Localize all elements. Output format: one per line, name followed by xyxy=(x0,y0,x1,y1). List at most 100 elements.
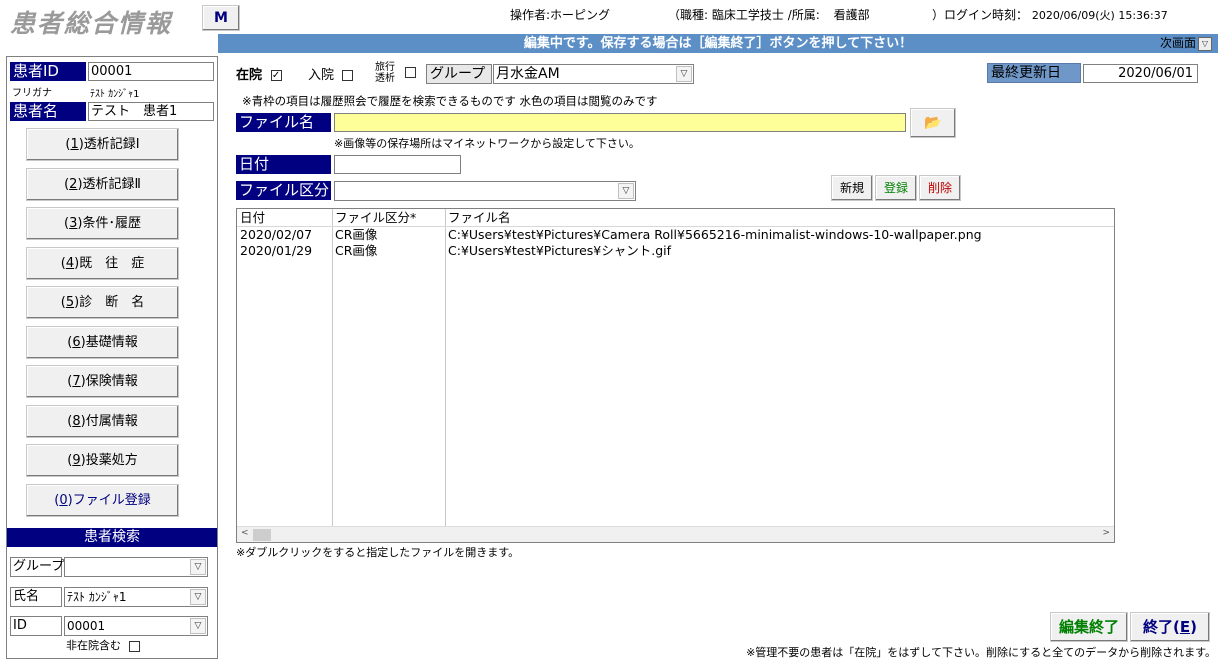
nav-file-register[interactable]: (0)ファイル登録 xyxy=(26,484,179,517)
scroll-thumb[interactable] xyxy=(253,529,271,541)
next-screen-control[interactable]: 次画面 ▽ xyxy=(1160,34,1212,53)
patient-search-header: 患者検索 xyxy=(7,528,217,547)
note-top: ※青枠の項目は履歴照会で履歴を検索できるものです 水色の項目は閲覧のみです xyxy=(242,94,658,108)
include-inactive-checkbox[interactable] xyxy=(128,640,140,652)
nav-key: 4 xyxy=(65,256,75,271)
column-header-file-name[interactable]: ファイル名 xyxy=(448,209,511,226)
end-edit-button[interactable]: 編集終了 xyxy=(1050,612,1128,642)
double-click-note: ※ダブルクリックをすると指定したファイルを開きます。 xyxy=(236,546,520,559)
date-label: 日付 xyxy=(236,155,331,174)
nav-attached-info[interactable]: (8)付属情報 xyxy=(26,405,179,438)
row-file-type: CR画像 xyxy=(335,243,378,258)
search-name-label: 氏名 xyxy=(10,587,62,607)
nav-label: )透析記録Ⅰ xyxy=(78,137,140,152)
column-header-date[interactable]: 日付 xyxy=(240,209,265,226)
exit-key: E xyxy=(1179,618,1191,636)
dept-value: 看護部 xyxy=(833,8,870,22)
column-header-file-type[interactable]: ファイル区分* xyxy=(335,209,416,226)
search-group-label: グループ xyxy=(10,557,64,577)
chevron-down-icon[interactable]: ▽ xyxy=(676,66,692,82)
last-update-value: 2020/06/01 xyxy=(1083,64,1198,83)
login-info: ）ログイン時刻： 2020/06/09(火) 15:36:37 xyxy=(932,6,1168,23)
admitted-checkbox[interactable] xyxy=(342,70,354,81)
nav-key: 1 xyxy=(70,137,79,152)
nav-key: 9 xyxy=(72,453,81,468)
login-time: 2020/06/09(火) 15:36:37 xyxy=(1031,9,1168,22)
bottom-note: ※管理不要の患者は「在院」をはずして下さい。削除にすると全てのデータから削除され… xyxy=(746,646,1216,659)
exit-label: 終了( xyxy=(1143,618,1180,636)
row-date: 2020/02/07 xyxy=(240,227,313,242)
delete-button[interactable]: 削除 xyxy=(919,175,961,201)
scroll-right-icon[interactable]: > xyxy=(1102,528,1110,538)
admitted-label: 入院 xyxy=(308,68,335,83)
group-label: グループ xyxy=(426,64,492,84)
nav-conditions-history[interactable]: (3)条件･履歴 xyxy=(26,207,179,240)
in-hospital-row: 在院 ✓ xyxy=(236,64,282,83)
nav-label: )ファイル登録 xyxy=(67,493,151,508)
search-id-combo[interactable]: 00001 ▽ xyxy=(64,616,208,636)
nav-past-history[interactable]: (4)既 往 症 xyxy=(26,247,179,280)
row-file-name: C:¥Users¥test¥Pictures¥シャント.gif xyxy=(448,243,672,258)
file-type-label: ファイル区分 xyxy=(236,181,331,200)
nav-dialysis-record-2[interactable]: (2)透析記録Ⅱ xyxy=(26,168,179,201)
chevron-down-icon[interactable]: ▽ xyxy=(190,618,206,634)
file-name-label: ファイル名 xyxy=(236,113,331,132)
nav-label: )診 断 名 xyxy=(74,295,145,310)
patient-name-label: 患者名 xyxy=(10,102,86,121)
nav-key: 5 xyxy=(65,295,75,310)
browse-folder-button[interactable]: 📂 xyxy=(910,108,956,138)
travel-dialysis-checkbox[interactable] xyxy=(405,67,416,78)
file-list[interactable]: 日付 ファイル区分* ファイル名 2020/02/07 CR画像 C:¥User… xyxy=(236,208,1115,543)
group-combo[interactable]: 月水金AM ▽ xyxy=(493,64,694,84)
in-hospital-label: 在院 xyxy=(236,68,263,83)
group-value: 月水金AM xyxy=(496,66,560,82)
include-inactive-label: 非在院含む xyxy=(66,639,121,652)
nav-key: 8 xyxy=(72,414,81,429)
nav-prescription[interactable]: (9)投薬処方 xyxy=(26,444,179,477)
banner-text: 編集中です。保存する場合は［編集終了］ボタンを押して下さい！ xyxy=(523,36,913,51)
file-name-input[interactable] xyxy=(334,113,906,132)
chevron-down-icon[interactable]: ▽ xyxy=(190,559,206,575)
nav-label: )基礎情報 xyxy=(80,335,138,350)
search-name-value: ﾃｽﾄ ｶﾝｼﾞｬ1 xyxy=(67,590,127,604)
nav-diagnosis[interactable]: (5)診 断 名 xyxy=(26,286,179,319)
scroll-left-icon[interactable]: < xyxy=(241,528,249,538)
date-input[interactable] xyxy=(334,155,461,174)
patient-id-field[interactable]: 00001 xyxy=(88,62,214,81)
nav-label: )投薬処方 xyxy=(80,453,138,468)
in-hospital-checkbox[interactable]: ✓ xyxy=(270,70,282,81)
include-inactive-row: 非在院含む xyxy=(66,637,140,653)
nav-dialysis-record-1[interactable]: (1)透析記録Ⅰ xyxy=(26,128,179,161)
exit-button[interactable]: 終了(E) xyxy=(1130,612,1210,642)
storage-note: ※画像等の保存場所はマイネットワークから設定して下さい。 xyxy=(334,137,640,150)
file-type-combo[interactable]: ▽ xyxy=(334,181,636,201)
patient-id-label: 患者ID xyxy=(10,62,86,81)
nav-label: )透析記録Ⅱ xyxy=(77,177,141,192)
furigana-label: フリガナ xyxy=(12,88,52,99)
search-group-combo[interactable]: ▽ xyxy=(64,557,208,577)
nav-label: )既 往 症 xyxy=(74,256,145,271)
chevron-down-icon[interactable]: ▽ xyxy=(618,183,634,199)
register-button[interactable]: 登録 xyxy=(875,175,917,201)
nav-basic-info[interactable]: (6)基礎情報 xyxy=(26,326,179,359)
dept-label: /所属: xyxy=(787,8,820,22)
admitted-row: 入院 xyxy=(308,64,354,83)
nav-label: )付属情報 xyxy=(80,414,138,429)
nav-insurance-info[interactable]: (7)保険情報 xyxy=(26,365,179,398)
horizontal-scrollbar[interactable]: < > xyxy=(237,526,1114,542)
m-button[interactable]: M xyxy=(202,5,240,31)
furigana-value: ﾃｽﾄ ｶﾝｼﾞｬ1 xyxy=(90,89,140,100)
row-file-type: CR画像 xyxy=(335,227,378,242)
app-title: 患者総合情報 xyxy=(10,9,173,38)
edit-mode-banner: 編集中です。保存する場合は［編集終了］ボタンを押して下さい！ 次画面 ▽ xyxy=(218,34,1218,53)
nav-label: )保険情報 xyxy=(80,374,138,389)
chevron-down-icon[interactable]: ▽ xyxy=(190,589,206,605)
search-name-combo[interactable]: ﾃｽﾄ ｶﾝｼﾞｬ1 ▽ xyxy=(64,587,208,607)
new-button[interactable]: 新規 xyxy=(831,175,873,201)
travel-line-1: 旅行 xyxy=(375,62,395,73)
patient-name-field[interactable]: テスト 患者1 xyxy=(88,102,214,121)
nav-key: 6 xyxy=(72,335,81,350)
nav-key: 0 xyxy=(59,493,68,508)
chevron-down-icon[interactable]: ▽ xyxy=(1198,36,1212,51)
job-info: （職種: 臨床工学技士 /所属: 看護部 xyxy=(668,6,870,23)
